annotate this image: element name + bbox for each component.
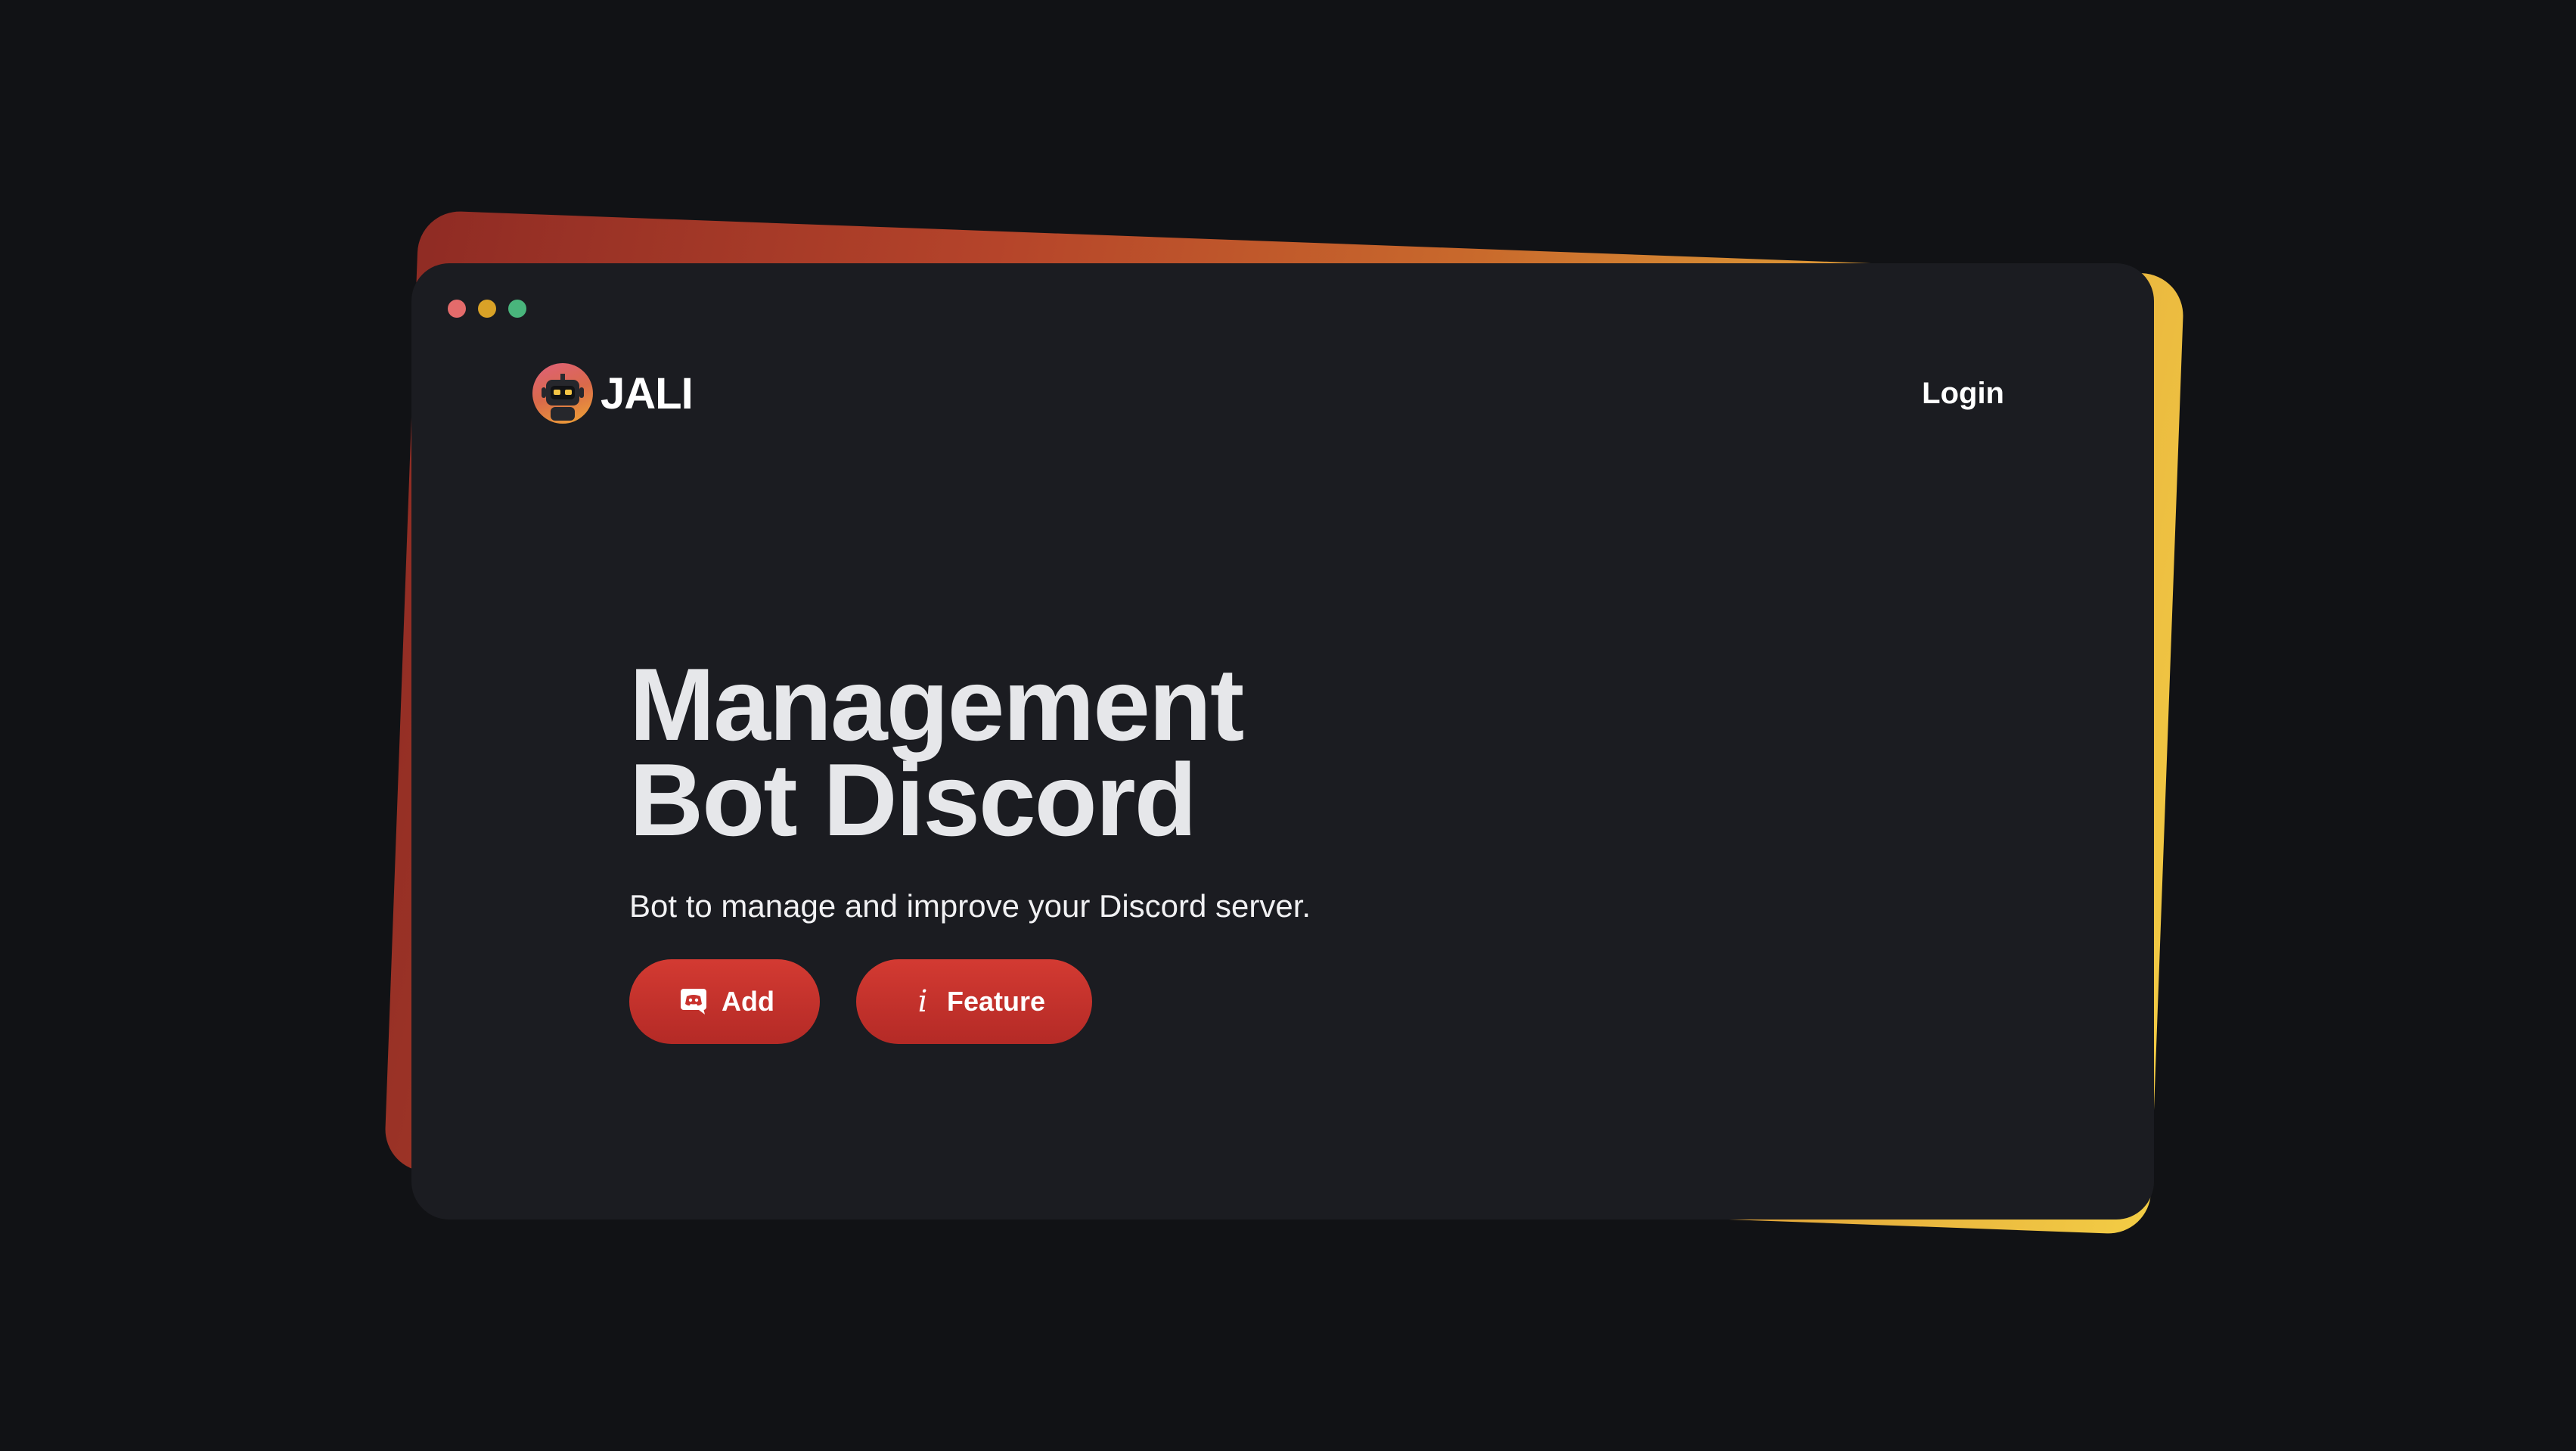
navbar: JALI Login [532,356,2004,431]
login-link[interactable]: Login [1922,377,2004,411]
browser-window: JALI Login Management Bot Discord Bot to… [411,263,2154,1220]
feature-button[interactable]: i Feature [856,959,1092,1044]
add-button-label: Add [722,986,774,1017]
minimize-window-dot[interactable] [478,300,496,318]
brand[interactable]: JALI [532,363,694,424]
discord-icon [679,987,708,1016]
close-window-dot[interactable] [448,300,466,318]
window-controls [448,300,526,318]
brand-name: JALI [601,368,694,418]
maximize-window-dot[interactable] [508,300,526,318]
feature-button-label: Feature [947,986,1046,1017]
info-icon: i [917,984,928,1019]
hero-section: Management Bot Discord Bot to manage and… [629,653,1311,1044]
robot-icon [532,363,593,424]
hero-actions: Add i Feature [629,959,1311,1044]
hero-subtitle: Bot to manage and improve your Discord s… [629,888,1311,924]
hero-title-line-2: Bot Discord [629,742,1197,857]
add-button[interactable]: Add [629,959,820,1044]
hero-title: Management Bot Discord [629,653,1311,851]
